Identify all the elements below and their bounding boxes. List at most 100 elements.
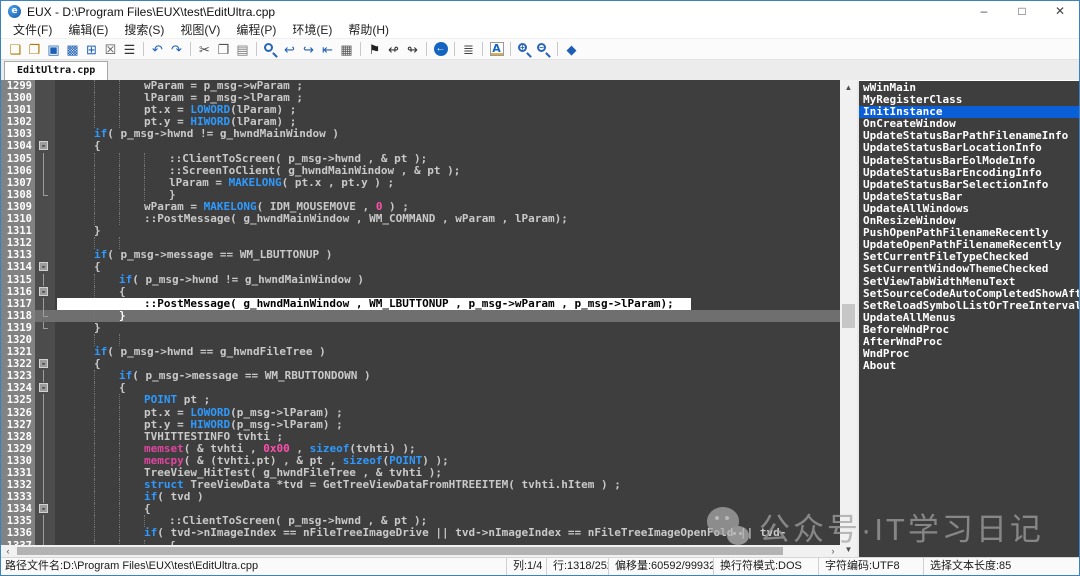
symbol-item-updatestatusbarlocationinfo[interactable]: UpdateStatusBarLocationInfo [859, 142, 1079, 154]
code-line-1322[interactable]: 1322-{ [1, 358, 840, 370]
find-icon[interactable] [261, 41, 280, 58]
code-line-1335[interactable]: 1335::ClientToScreen( p_msg->hwnd , & pt… [1, 515, 840, 527]
menu-item-4[interactable]: 编程(P) [228, 22, 284, 38]
code-text[interactable]: ::PostMessage( g_hwndMainWindow , WM_COM… [55, 213, 840, 225]
symbol-item-updatestatusbarpathfilenameinfo[interactable]: UpdateStatusBarPathFilenameInfo [859, 130, 1079, 142]
symbol-item-updateallmenus[interactable]: UpdateAllMenus [859, 312, 1079, 324]
code-editor[interactable]: 1299wParam = p_msg->wParam ;1300lParam =… [1, 80, 840, 545]
save-all-files-icon[interactable]: ⊞ [82, 41, 101, 58]
fold-collapse-icon[interactable]: - [39, 141, 48, 150]
symbol-item-wwinmain[interactable]: wWinMain [859, 82, 1079, 94]
code-text[interactable]: { [55, 358, 840, 370]
code-text[interactable]: ::ClientToScreen( p_msg->hwnd , & pt ); [55, 515, 840, 527]
code-line-1326[interactable]: 1326pt.x = LOWORD(p_msg->lParam) ; [1, 407, 840, 419]
previous-bookmark-icon[interactable]: ↫ [384, 41, 403, 58]
code-line-1333[interactable]: 1333if( tvd ) [1, 491, 840, 503]
symbol-item-oncreatewindow[interactable]: OnCreateWindow [859, 118, 1079, 130]
about-icon[interactable]: ◆ [562, 41, 581, 58]
code-text[interactable]: TVHITTESTINFO tvhti ; [55, 431, 840, 443]
code-line-1334[interactable]: 1334-{ [1, 503, 840, 515]
tab-editultra-cpp[interactable]: EditUltra.cpp [4, 61, 108, 80]
code-line-1325[interactable]: 1325POINT pt ; [1, 394, 840, 406]
code-text[interactable] [55, 334, 840, 346]
code-line-1320[interactable]: 1320 [1, 334, 840, 346]
code-text[interactable]: } [55, 322, 840, 334]
code-line-1327[interactable]: 1327pt.y = HIWORD(p_msg->lParam) ; [1, 419, 840, 431]
code-line-1307[interactable]: 1307lParam = MAKELONG( pt.x , pt.y ) ; [1, 177, 840, 189]
vertical-scrollbar[interactable]: ▲ ▼ [840, 80, 857, 557]
symbol-item-beforewndproc[interactable]: BeforeWndProc [859, 324, 1079, 336]
code-line-1313[interactable]: 1313if( p_msg->message == WM_LBUTTONUP ) [1, 249, 840, 261]
close-button[interactable]: ✕ [1041, 1, 1079, 22]
horizontal-scrollbar[interactable]: ‹ › [1, 545, 840, 557]
code-line-1329[interactable]: 1329memset( & tvhti , 0x00 , sizeof(tvht… [1, 443, 840, 455]
code-text[interactable]: if( tvd->nImageIndex == nFileTreeImageDr… [55, 527, 840, 539]
code-text[interactable]: wParam = p_msg->wParam ; [55, 80, 840, 92]
symbol-item-setreloadsymbollistortreeintervalmen[interactable]: SetReloadSymbolListOrTreeIntervalMen [859, 300, 1079, 312]
zoom-in-icon[interactable]: + [515, 41, 534, 58]
code-text[interactable]: struct TreeViewData *tvd = GetTreeViewDa… [55, 479, 840, 491]
symbol-item-updateopenpathfilenamerecently[interactable]: UpdateOpenPathFilenameRecently [859, 239, 1079, 251]
code-text[interactable]: if( tvd ) [55, 491, 840, 503]
code-line-1314[interactable]: 1314-{ [1, 261, 840, 273]
fold-collapse-icon[interactable]: - [39, 262, 48, 271]
code-line-1323[interactable]: 1323if( p_msg->message == WM_RBUTTONDOWN… [1, 370, 840, 382]
fold-collapse-icon[interactable]: - [39, 287, 48, 296]
maximize-button[interactable]: □ [1003, 1, 1041, 22]
code-text[interactable]: pt.y = HIWORD(lParam) ; [55, 116, 840, 128]
scroll-right-icon[interactable]: › [826, 545, 840, 557]
code-text[interactable]: if( p_msg->hwnd == g_hwndFileTree ) [55, 346, 840, 358]
symbol-item-about[interactable]: About [859, 360, 1079, 372]
next-bookmark-icon[interactable]: ↬ [403, 41, 422, 58]
vertical-scrollbar-thumb[interactable] [842, 304, 855, 328]
scroll-left-icon[interactable]: ‹ [1, 545, 15, 557]
new-from-template-icon[interactable]: ❐ [25, 41, 44, 58]
code-text[interactable]: ::PostMessage( g_hwndMainWindow , WM_LBU… [55, 298, 840, 310]
scroll-down-icon[interactable]: ▼ [840, 542, 857, 557]
symbol-item-updateallwindows[interactable]: UpdateAllWindows [859, 203, 1079, 215]
code-line-1330[interactable]: 1330memcpy( & (tvhti.pt) , & pt , sizeof… [1, 455, 840, 467]
code-text[interactable]: if( p_msg->hwnd != g_hwndMainWindow ) [55, 274, 840, 286]
symbol-item-setsourcecodeautocompletedshowafter[interactable]: SetSourceCodeAutoCompletedShowAfter [859, 288, 1079, 300]
cut-icon[interactable]: ✂ [195, 41, 214, 58]
code-line-1317[interactable]: 1317::PostMessage( g_hwndMainWindow , WM… [1, 298, 840, 310]
code-text[interactable]: wParam = MAKELONG( IDM_MOUSEMOVE , 0 ) ; [55, 201, 840, 213]
code-line-1300[interactable]: 1300lParam = p_msg->lParam ; [1, 92, 840, 104]
line-options-icon[interactable]: ≣ [459, 41, 478, 58]
code-line-1309[interactable]: 1309wParam = MAKELONG( IDM_MOUSEMOVE , 0… [1, 201, 840, 213]
code-line-1318[interactable]: 1318} [1, 310, 840, 322]
code-text[interactable]: POINT pt ; [55, 394, 840, 406]
code-line-1306[interactable]: 1306::ScreenToClient( g_hwndMainWindow ,… [1, 165, 840, 177]
code-line-1315[interactable]: 1315if( p_msg->hwnd != g_hwndMainWindow … [1, 274, 840, 286]
file-list-icon[interactable]: ☰ [120, 41, 139, 58]
code-text[interactable]: pt.x = LOWORD(lParam) ; [55, 104, 840, 116]
code-text[interactable]: pt.x = LOWORD(p_msg->lParam) ; [55, 407, 840, 419]
navigate-back-icon[interactable]: ← [431, 41, 450, 58]
code-text[interactable]: memcpy( & (tvhti.pt) , & pt , sizeof(POI… [55, 455, 840, 467]
code-text[interactable]: lParam = MAKELONG( pt.x , pt.y ) ; [55, 177, 840, 189]
symbol-item-wndproc[interactable]: WndProc [859, 348, 1079, 360]
code-line-1321[interactable]: 1321if( p_msg->hwnd == g_hwndFileTree ) [1, 346, 840, 358]
code-text[interactable]: if( p_msg->message == WM_LBUTTONUP ) [55, 249, 840, 261]
code-line-1310[interactable]: 1310::PostMessage( g_hwndMainWindow , WM… [1, 213, 840, 225]
minimize-button[interactable]: – [965, 1, 1003, 22]
symbol-item-myregisterclass[interactable]: MyRegisterClass [859, 94, 1079, 106]
symbol-item-afterwndproc[interactable]: AfterWndProc [859, 336, 1079, 348]
code-text[interactable]: if( p_msg->message == WM_RBUTTONDOWN ) [55, 370, 840, 382]
code-line-1303[interactable]: 1303if( p_msg->hwnd != g_hwndMainWindow … [1, 128, 840, 140]
symbol-item-initinstance[interactable]: InitInstance [859, 106, 1079, 118]
code-line-1312[interactable]: 1312 [1, 237, 840, 249]
code-line-1332[interactable]: 1332struct TreeViewData *tvd = GetTreeVi… [1, 479, 840, 491]
zoom-out-icon[interactable]: − [534, 41, 553, 58]
symbol-item-setcurrentwindowthemechecked[interactable]: SetCurrentWindowThemeChecked [859, 263, 1079, 275]
code-text[interactable]: memset( & tvhti , 0x00 , sizeof(tvhti) )… [55, 443, 840, 455]
menu-item-5[interactable]: 环境(E) [284, 22, 340, 38]
code-line-1331[interactable]: 1331TreeView_HitTest( g_hwndFileTree , &… [1, 467, 840, 479]
code-text[interactable]: if( p_msg->hwnd != g_hwndMainWindow ) [55, 128, 840, 140]
code-text[interactable]: pt.y = HIWORD(p_msg->lParam) ; [55, 419, 840, 431]
code-line-1319[interactable]: 1319} [1, 322, 840, 334]
save-file-as-icon[interactable]: ▩ [63, 41, 82, 58]
symbol-item-updatestatusbarselectioninfo[interactable]: UpdateStatusBarSelectionInfo [859, 179, 1079, 191]
fold-collapse-icon[interactable]: - [39, 359, 48, 368]
symbol-item-updatestatusbareolmodeinfo[interactable]: UpdateStatusBarEolModeInfo [859, 155, 1079, 167]
